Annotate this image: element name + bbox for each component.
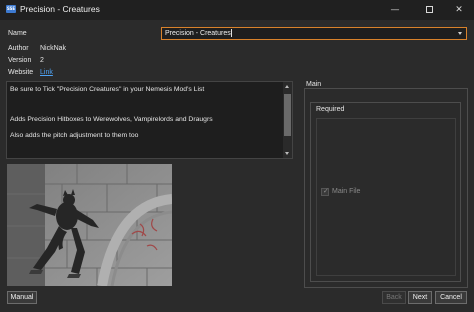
author-value: NickNak bbox=[40, 45, 67, 52]
minimize-button[interactable]: — bbox=[380, 0, 410, 20]
scroll-thumb[interactable] bbox=[284, 94, 291, 136]
main-file-label[interactable]: Main File bbox=[332, 188, 360, 195]
name-dropdown[interactable]: Precision - Creatures bbox=[161, 27, 467, 40]
chevron-down-icon[interactable] bbox=[458, 32, 462, 35]
version-label: Version bbox=[8, 57, 32, 64]
main-file-checkbox[interactable]: ✓ bbox=[321, 187, 329, 196]
scroll-down-icon[interactable] bbox=[285, 152, 289, 155]
title-bar: SSE Precision - Creatures — ✕ bbox=[0, 0, 474, 20]
options-panel bbox=[316, 118, 456, 276]
cancel-button[interactable]: Cancel bbox=[435, 291, 467, 304]
window-title: Precision - Creatures bbox=[20, 4, 100, 14]
minimize-icon: — bbox=[390, 5, 400, 15]
scroll-up-icon[interactable] bbox=[285, 85, 289, 88]
maximize-icon bbox=[425, 6, 433, 13]
main-group-title: Main bbox=[304, 81, 324, 88]
description-textbox[interactable]: Be sure to Tick "Precision Creatures" in… bbox=[6, 81, 293, 159]
manual-button[interactable]: Manual bbox=[7, 291, 37, 304]
description-line: Also adds the pitch adjustment to them t… bbox=[10, 132, 139, 139]
website-label: Website bbox=[8, 69, 34, 76]
app-icon: SSE bbox=[6, 5, 16, 13]
description-line: Be sure to Tick "Precision Creatures" in… bbox=[10, 86, 205, 93]
close-icon: ✕ bbox=[455, 5, 463, 15]
required-group-title: Required bbox=[316, 106, 345, 113]
version-value: 2 bbox=[40, 57, 44, 64]
mod-preview-image bbox=[7, 164, 172, 286]
description-scrollbar[interactable] bbox=[283, 82, 292, 158]
description-line: Adds Precision Hitboxes to Werewolves, V… bbox=[10, 116, 213, 123]
maximize-button[interactable] bbox=[414, 0, 444, 20]
name-value: Precision - Creatures bbox=[165, 30, 231, 37]
next-button[interactable]: Next bbox=[408, 291, 432, 304]
text-caret bbox=[230, 29, 232, 38]
close-button[interactable]: ✕ bbox=[444, 0, 474, 20]
preview-scene bbox=[7, 164, 172, 286]
name-label: Name bbox=[8, 30, 27, 37]
website-link[interactable]: Link bbox=[40, 69, 53, 76]
author-label: Author bbox=[8, 45, 29, 52]
check-icon: ✓ bbox=[323, 187, 329, 195]
back-button[interactable]: Back bbox=[382, 291, 406, 304]
